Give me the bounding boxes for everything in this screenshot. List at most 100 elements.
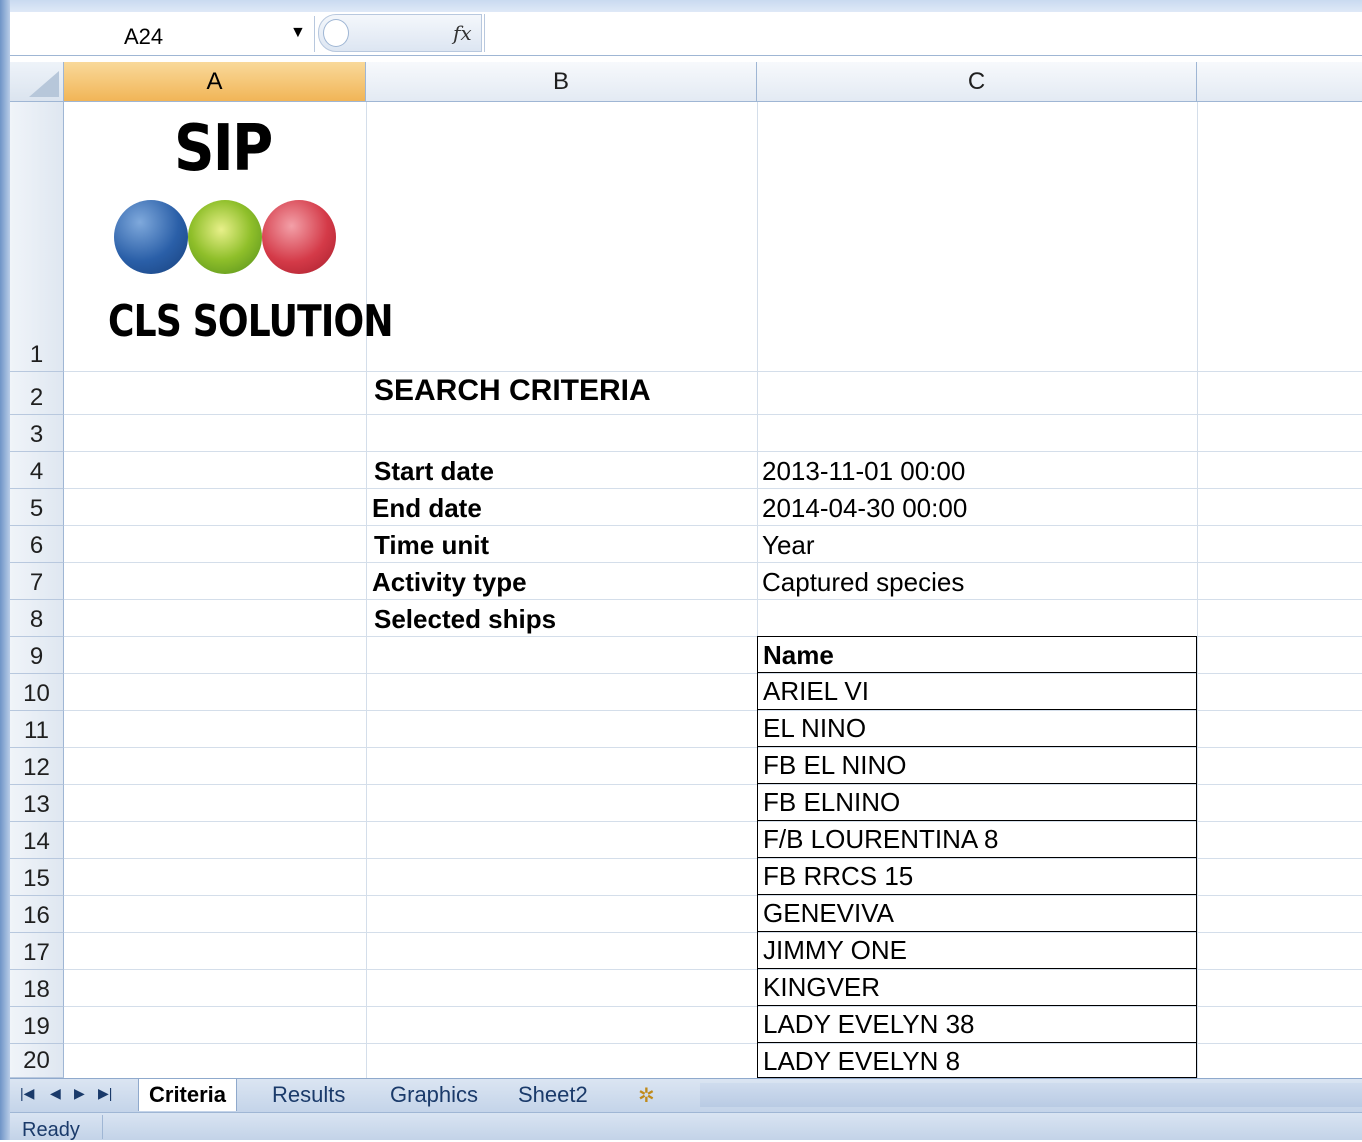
window-top-strip [0, 0, 1362, 12]
row-number: 16 [23, 902, 50, 929]
logo-blue-globe-icon [114, 200, 188, 274]
table-row[interactable]: FB RRCS 15 [757, 858, 1197, 895]
end-date-label[interactable]: End date [372, 493, 482, 524]
row-header[interactable]: 11 [10, 711, 64, 748]
grid-line [64, 414, 1362, 415]
row-number: 19 [23, 1013, 50, 1040]
select-all-button[interactable] [10, 62, 64, 101]
time-unit-value[interactable]: Year [762, 530, 815, 561]
table-row[interactable]: KINGVER [757, 969, 1197, 1006]
end-date-value[interactable]: 2014-04-30 00:00 [762, 493, 967, 524]
row-number: 10 [23, 680, 50, 707]
horizontal-scroll-area[interactable] [700, 1083, 1362, 1107]
search-criteria-title[interactable]: SEARCH CRITERIA [374, 374, 651, 408]
table-row[interactable]: EL NINO [757, 710, 1197, 747]
tab-sheet2[interactable]: Sheet2 [508, 1079, 598, 1111]
ship-name: ARIEL VI [763, 676, 869, 706]
start-date-label[interactable]: Start date [374, 456, 494, 487]
start-date-value[interactable]: 2013-11-01 00:00 [762, 456, 965, 487]
row-header[interactable]: 13 [10, 785, 64, 822]
row-header[interactable]: 1 [10, 102, 64, 372]
row-number: 17 [23, 939, 50, 966]
ship-name: EL NINO [763, 713, 867, 743]
ship-name: FB RRCS 15 [763, 861, 914, 891]
row-number: 3 [29, 421, 44, 448]
grid-line [64, 451, 1362, 452]
row-number: 15 [23, 865, 50, 892]
name-box-dropdown-icon[interactable]: ▼ [290, 24, 306, 42]
row-header[interactable]: 15 [10, 859, 64, 896]
row-header[interactable]: 6 [10, 526, 64, 563]
row-header[interactable]: 3 [10, 415, 64, 452]
table-row[interactable]: FB ELNINO [757, 784, 1197, 821]
logo-cls-solution-text: CLS SOLUTION [108, 296, 394, 347]
row-header[interactable]: 8 [10, 600, 64, 637]
row-header[interactable]: 5 [10, 489, 64, 526]
row-number: 1 [29, 341, 44, 368]
selected-ships-label[interactable]: Selected ships [374, 604, 556, 635]
row-header[interactable]: 20 [10, 1044, 64, 1078]
last-sheet-icon[interactable]: ▶| [98, 1085, 112, 1102]
formula-circle-handle[interactable] [323, 19, 349, 47]
row-number: 20 [23, 1047, 50, 1074]
formula-input[interactable] [484, 14, 1362, 52]
table-row[interactable]: FB EL NINO [757, 747, 1197, 784]
row-header[interactable]: 12 [10, 748, 64, 785]
row-header[interactable]: 10 [10, 674, 64, 711]
column-header-b[interactable]: B [366, 62, 757, 101]
status-bar: Ready [10, 1112, 1362, 1141]
activity-type-label[interactable]: Activity type [372, 567, 527, 598]
window-left-edge [0, 0, 10, 1140]
row-header[interactable]: 16 [10, 896, 64, 933]
row-header[interactable]: 7 [10, 563, 64, 600]
ships-header-text: Name [763, 640, 834, 670]
status-text: Ready [22, 1119, 80, 1141]
formula-controls: fx [318, 14, 482, 52]
select-all-triangle-icon [29, 71, 59, 97]
grid-line [64, 371, 1362, 372]
logo-red-globe-icon [262, 200, 336, 274]
tab-criteria[interactable]: Criteria [138, 1079, 238, 1111]
next-sheet-icon[interactable]: ▶ [74, 1085, 85, 1102]
row-header[interactable]: 17 [10, 933, 64, 970]
formula-bar: A24 ▼ fx [10, 12, 1362, 56]
table-row[interactable]: ARIEL VI [757, 673, 1197, 710]
column-header-a[interactable]: A [64, 62, 366, 101]
row-number: 11 [24, 717, 49, 744]
tab-graphics[interactable]: Graphics [380, 1079, 488, 1111]
table-row[interactable]: LADY EVELYN 38 [757, 1006, 1197, 1043]
logo-green-globe-icon [188, 200, 262, 274]
table-row[interactable]: F/B LOURENTINA 8 [757, 821, 1197, 858]
row-number: 2 [29, 384, 44, 411]
row-header[interactable]: 2 [10, 372, 64, 415]
grid-line [64, 488, 1362, 489]
table-row[interactable]: GENEVIVA [757, 895, 1197, 932]
first-sheet-icon[interactable]: |◀ [20, 1085, 34, 1102]
table-row[interactable]: LADY EVELYN 8 [757, 1043, 1197, 1078]
row-header[interactable]: 9 [10, 637, 64, 674]
ships-table-header[interactable]: Name [757, 636, 1197, 673]
row-header[interactable]: 19 [10, 1007, 64, 1044]
row-number: 13 [23, 791, 50, 818]
name-box[interactable]: A24 ▼ [10, 16, 315, 52]
row-header[interactable]: 14 [10, 822, 64, 859]
ship-name: GENEVIVA [763, 898, 895, 928]
ship-name: JIMMY ONE [763, 935, 907, 965]
ship-name: F/B LOURENTINA 8 [763, 824, 999, 854]
column-header-c[interactable]: C [757, 62, 1197, 101]
row-number: 12 [23, 754, 50, 781]
row-header[interactable]: 18 [10, 970, 64, 1007]
grid-line [64, 525, 1362, 526]
table-row[interactable]: JIMMY ONE [757, 932, 1197, 969]
tab-results[interactable]: Results [262, 1079, 355, 1111]
previous-sheet-icon[interactable]: ◀ [50, 1085, 61, 1102]
insert-sheet-icon[interactable]: ✲ [638, 1083, 655, 1108]
row-header[interactable]: 4 [10, 452, 64, 489]
activity-type-value[interactable]: Captured species [762, 567, 964, 598]
time-unit-label[interactable]: Time unit [374, 530, 489, 561]
ship-name: FB ELNINO [763, 787, 901, 817]
row-number: 9 [29, 643, 44, 670]
name-box-value[interactable]: A24 [124, 24, 163, 50]
sheet-tab-bar: |◀ ◀ ▶ ▶| Criteria Results Graphics Shee… [10, 1078, 1362, 1112]
insert-function-icon[interactable]: fx [453, 21, 472, 45]
